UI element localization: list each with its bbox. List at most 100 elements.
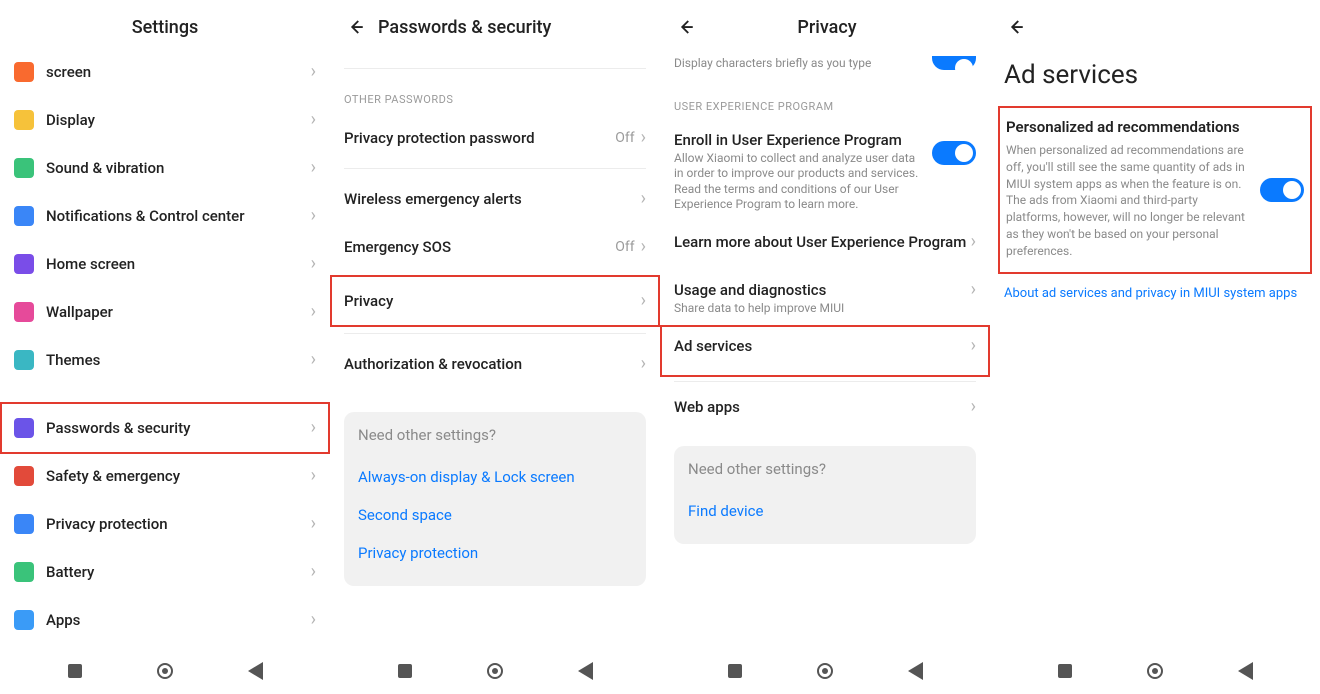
settings-item[interactable]: Ad services›	[674, 327, 976, 375]
chevron-right-icon: ›	[971, 337, 976, 355]
item-label: Battery	[46, 563, 311, 581]
toggle-on-icon[interactable]	[932, 56, 976, 70]
settings-item[interactable]: Web apps›	[674, 388, 976, 436]
recent-apps-button[interactable]	[1057, 663, 1073, 679]
recent-apps-button[interactable]	[727, 663, 743, 679]
item-value: Off	[615, 239, 634, 255]
ad-title: Personalized ad recommendations	[1006, 118, 1304, 136]
home-button[interactable]	[817, 663, 833, 679]
back-button[interactable]	[907, 663, 923, 679]
chevron-right-icon: ›	[311, 303, 316, 321]
home-button[interactable]	[1147, 663, 1163, 679]
card-title: Need other settings?	[688, 460, 962, 478]
screen-ad-services: Ad services Personalized ad recommendati…	[990, 0, 1320, 694]
settings-item[interactable]: screen›	[14, 54, 316, 96]
card-link[interactable]: Always-on display & Lock screen	[358, 458, 632, 496]
chevron-right-icon: ›	[641, 292, 646, 310]
item-label: Ad services	[674, 337, 971, 355]
back-icon[interactable]	[674, 15, 698, 39]
settings-item[interactable]: Wallpaper›	[14, 288, 316, 336]
item-label: Wallpaper	[46, 303, 311, 321]
settings-item[interactable]: Authorization & revocation›	[344, 340, 646, 388]
home-button[interactable]	[487, 663, 503, 679]
android-navbar	[0, 648, 330, 694]
settings-item[interactable]: Wireless emergency alerts›	[344, 175, 646, 223]
card-link[interactable]: Find device	[688, 492, 962, 530]
section-other-passwords: OTHER PASSWORDS	[344, 75, 646, 114]
card-link[interactable]: Second space	[358, 496, 632, 534]
settings-list: screen›Display›Sound & vibration›Notific…	[0, 54, 330, 648]
settings-item[interactable]: Themes›	[14, 336, 316, 384]
settings-item[interactable]: Home screen›	[14, 240, 316, 288]
item-icon	[14, 206, 46, 226]
item-icon	[14, 254, 46, 274]
android-navbar	[330, 648, 660, 694]
item-label: screen	[46, 63, 311, 81]
card-link[interactable]: Privacy protection	[358, 534, 632, 572]
toggle-on-icon[interactable]	[932, 141, 976, 165]
chevron-right-icon: ›	[311, 255, 316, 273]
about-ad-services-link[interactable]: About ad services and privacy in MIUI sy…	[1004, 286, 1306, 301]
item-label: Safety & emergency	[46, 467, 311, 485]
chevron-right-icon: ›	[311, 515, 316, 533]
page-title: Settings	[132, 17, 199, 38]
settings-item[interactable]: Display›	[14, 96, 316, 144]
item-label: Passwords & security	[46, 419, 311, 437]
content: Display characters briefly as you type U…	[660, 54, 990, 648]
chevron-right-icon: ›	[641, 238, 646, 256]
settings-item[interactable]: Privacy›	[344, 277, 646, 325]
item-label: Enroll in User Experience Program	[674, 131, 922, 149]
chevron-right-icon: ›	[311, 111, 316, 129]
item-icon	[14, 350, 46, 370]
settings-item[interactable]: Privacy protection passwordOff›	[344, 114, 646, 162]
recent-apps-button[interactable]	[397, 663, 413, 679]
chevron-right-icon: ›	[971, 398, 976, 416]
section-uep: USER EXPERIENCE PROGRAM	[674, 82, 976, 121]
settings-item[interactable]: Passwords & security›	[14, 404, 316, 452]
top-item-sub: Display characters briefly as you type	[674, 56, 924, 72]
header: Privacy	[660, 0, 990, 54]
settings-item[interactable]: Safety & emergency›	[14, 452, 316, 500]
settings-item[interactable]: Learn more about User Experience Program…	[674, 223, 976, 271]
settings-item[interactable]: Battery›	[14, 548, 316, 596]
back-icon[interactable]	[1004, 15, 1028, 39]
item-label: Learn more about User Experience Program	[674, 233, 971, 251]
item-icon	[14, 302, 46, 322]
settings-item[interactable]: Usage and diagnostics Share data to help …	[674, 271, 976, 327]
personalized-ads-block[interactable]: Personalized ad recommendations When per…	[998, 106, 1312, 274]
android-navbar	[990, 648, 1320, 694]
back-icon[interactable]	[344, 15, 368, 39]
item-sub: Allow Xiaomi to collect and analyze user…	[674, 151, 922, 213]
screen-privacy: Privacy Display characters briefly as yo…	[660, 0, 990, 694]
back-button[interactable]	[577, 663, 593, 679]
item-sub: Share data to help improve MIUI	[674, 301, 971, 317]
back-button[interactable]	[247, 663, 263, 679]
recent-apps-button[interactable]	[67, 663, 83, 679]
item-label: Usage and diagnostics	[674, 281, 971, 299]
settings-item[interactable]: Privacy protection›	[14, 500, 316, 548]
chevron-right-icon: ›	[311, 159, 316, 177]
android-navbar	[660, 648, 990, 694]
settings-item[interactable]: Sound & vibration›	[14, 144, 316, 192]
back-button[interactable]	[1237, 663, 1253, 679]
header: Passwords & security	[330, 0, 660, 54]
item-label: Wireless emergency alerts	[344, 190, 641, 208]
screen-passwords-security: Passwords & security OTHER PASSWORDS Pri…	[330, 0, 660, 694]
item-label: Privacy protection password	[344, 129, 615, 147]
item-label: Home screen	[46, 255, 311, 273]
chevron-right-icon: ›	[311, 563, 316, 581]
page-title: Privacy	[797, 17, 886, 38]
item-icon	[14, 562, 46, 582]
home-button[interactable]	[157, 663, 173, 679]
settings-item[interactable]: Notifications & Control center›	[14, 192, 316, 240]
toggle-on-icon[interactable]	[1260, 178, 1304, 202]
item-label: Themes	[46, 351, 311, 369]
settings-item[interactable]: Apps›	[14, 596, 316, 644]
settings-item[interactable]: Emergency SOSOff›	[344, 223, 646, 271]
settings-item[interactable]: Enroll in User Experience Program Allow X…	[674, 121, 976, 223]
page-title: Ad services	[1004, 54, 1306, 106]
chevron-right-icon: ›	[641, 355, 646, 373]
content: Ad services Personalized ad recommendati…	[990, 54, 1320, 648]
chevron-right-icon: ›	[311, 207, 316, 225]
chevron-right-icon: ›	[311, 467, 316, 485]
